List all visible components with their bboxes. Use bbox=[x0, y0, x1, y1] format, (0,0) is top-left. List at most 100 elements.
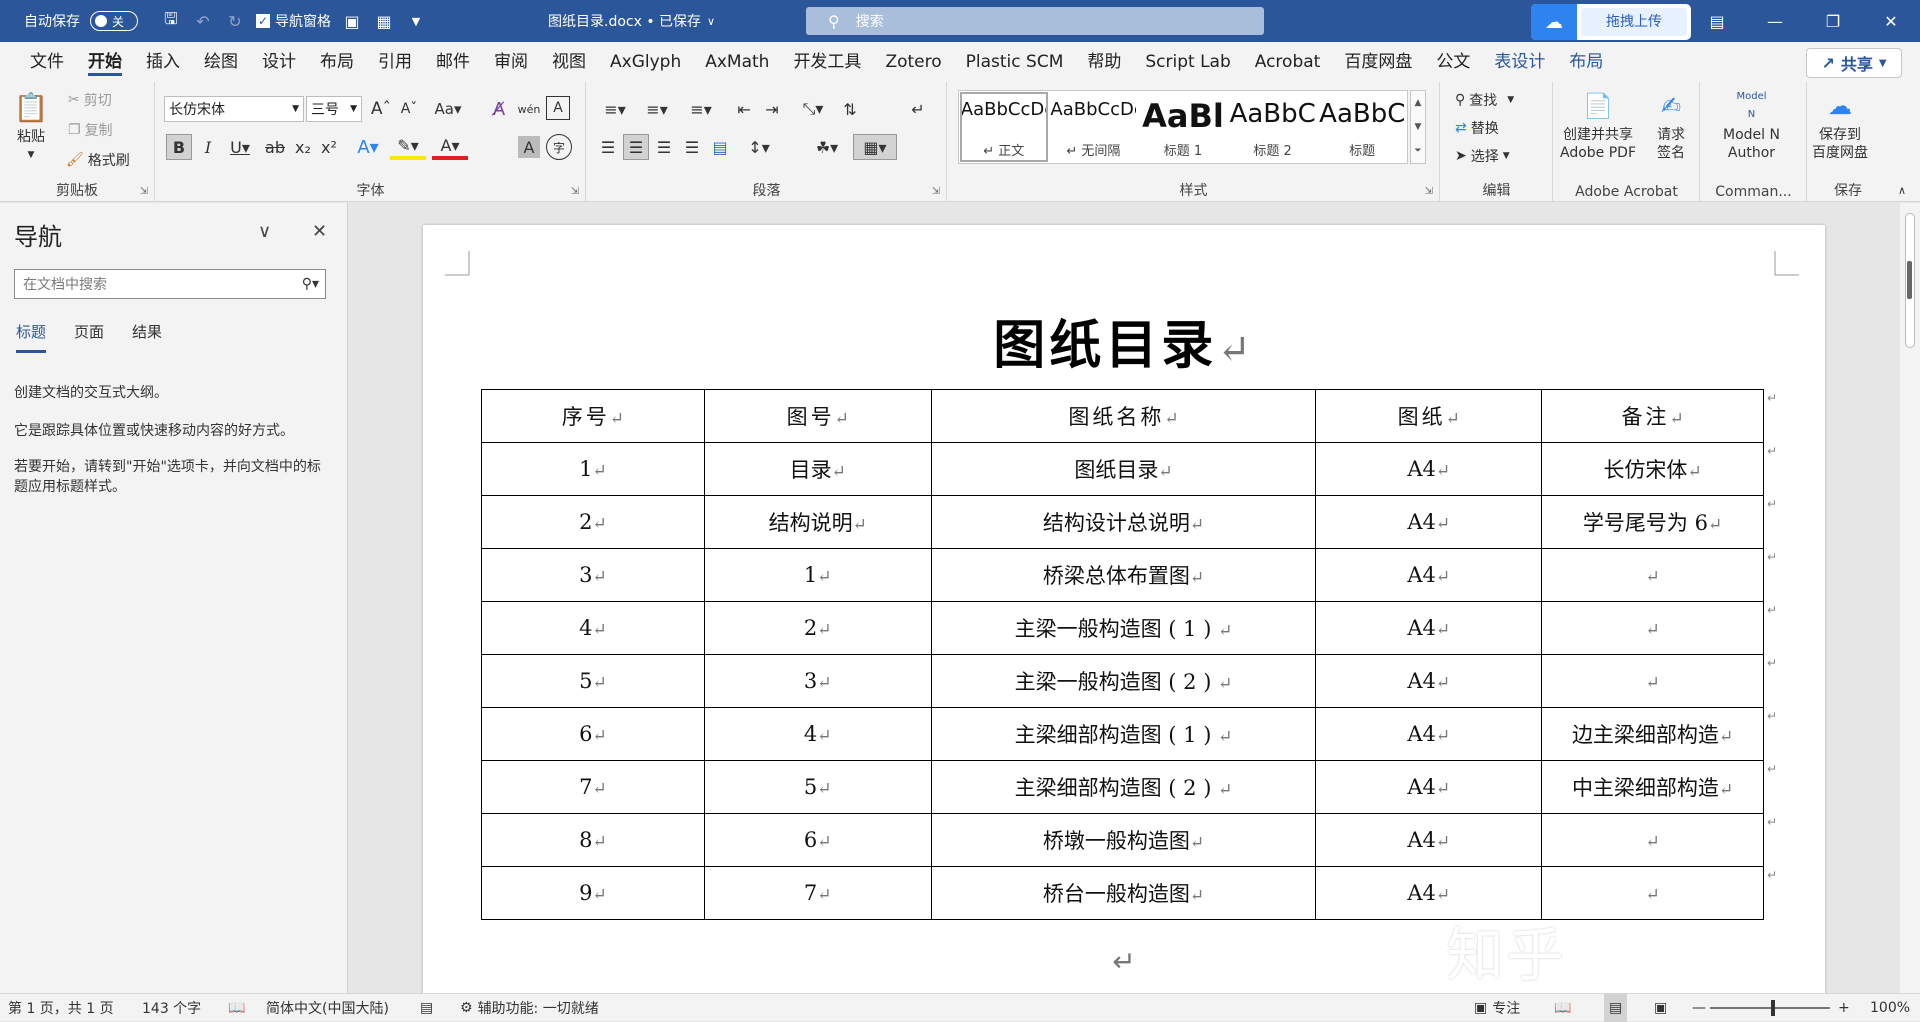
style-gallery-scroll[interactable]: ▲ ▼ ⏷ bbox=[1410, 90, 1426, 164]
table-cell[interactable]: 学号尾号为 6↵ bbox=[1541, 495, 1764, 549]
table-cell[interactable]: A4↵ bbox=[1315, 548, 1543, 602]
borders-icon[interactable]: ▦▾ bbox=[853, 134, 897, 160]
table-cell[interactable]: 主梁一般构造图 ( 1 ) ↵ bbox=[930, 601, 1317, 655]
table-cell[interactable]: 桥梁总体布置图↵ bbox=[930, 548, 1317, 602]
change-case-icon[interactable]: Aa ▾ bbox=[428, 96, 468, 122]
table-cell[interactable]: 7↵ bbox=[703, 866, 932, 920]
table-cell[interactable]: 5↵ bbox=[481, 654, 705, 708]
save-to-baidu-button[interactable]: ☁ 保存到 百度网盘 bbox=[1812, 88, 1868, 162]
request-signature-button[interactable]: ✍ 请求 签名 bbox=[1654, 88, 1688, 162]
multilevel-list-icon[interactable]: ≡▾ bbox=[681, 96, 721, 122]
show-marks-icon[interactable]: ↵ bbox=[905, 96, 931, 122]
proofing-icon[interactable]: 📖 bbox=[228, 994, 245, 1022]
table-cell[interactable]: 长仿宋体↵ bbox=[1541, 442, 1764, 496]
customize-toolbar-icon[interactable]: ▼ bbox=[405, 10, 427, 32]
replace-button[interactable]: ⇄ 替换 bbox=[1455, 118, 1499, 138]
style-heading-1[interactable]: AaBl 标题 1 bbox=[1138, 91, 1228, 163]
tab-view[interactable]: 视图 bbox=[540, 42, 598, 82]
chinese-layout-icon[interactable]: ⤡▾ bbox=[793, 96, 833, 122]
table-header-cell[interactable]: 备注↵ bbox=[1541, 389, 1764, 443]
tab-developer[interactable]: 开发工具 bbox=[781, 42, 873, 82]
table-cell[interactable]: 图纸目录↵ bbox=[930, 442, 1317, 496]
tab-official-doc[interactable]: 公文 bbox=[1424, 42, 1482, 82]
align-right-icon[interactable]: ☰ bbox=[651, 134, 677, 160]
subscript-icon[interactable]: x₂ bbox=[290, 134, 316, 160]
line-spacing-icon[interactable]: ↕▾ bbox=[739, 134, 779, 160]
screen-icon[interactable]: ▣ bbox=[341, 10, 363, 32]
read-mode-icon[interactable]: 📖 bbox=[1554, 994, 1571, 1022]
paste-button[interactable]: 📋 粘贴 ▼ bbox=[14, 90, 49, 164]
table-cell[interactable]: 主梁一般构造图 ( 2 ) ↵ bbox=[930, 654, 1317, 708]
table-cell[interactable]: ↵ bbox=[1541, 813, 1764, 867]
char-shading-icon[interactable]: A bbox=[518, 136, 540, 158]
document-title[interactable]: 图纸目录.docx • 已保存 ∨ bbox=[548, 0, 715, 42]
style-no-spacing[interactable]: AaBbCcDc ↵ 无间隔 bbox=[1049, 91, 1139, 163]
word-count[interactable]: 143 个字 bbox=[142, 994, 201, 1022]
align-center-icon[interactable]: ☰ bbox=[623, 134, 649, 160]
highlight-icon[interactable]: ✎▾ bbox=[390, 134, 426, 160]
table-cell[interactable]: ↵ bbox=[1541, 548, 1764, 602]
print-layout-icon[interactable]: ▤ bbox=[1604, 994, 1628, 1022]
nav-tab-results[interactable]: 结果 bbox=[132, 321, 162, 353]
font-name-dropdown[interactable]: 长仿宋体 ▼ bbox=[164, 96, 304, 122]
clear-formatting-icon[interactable]: A̸ bbox=[486, 96, 512, 122]
chevron-up-icon[interactable]: ▲ bbox=[1415, 98, 1422, 108]
decrease-indent-icon[interactable]: ⇤ bbox=[731, 96, 757, 122]
table-cell[interactable]: 结构说明↵ bbox=[703, 495, 932, 549]
tab-home[interactable]: 开始 bbox=[76, 42, 134, 82]
tab-help[interactable]: 帮助 bbox=[1075, 42, 1133, 82]
tab-insert[interactable]: 插入 bbox=[134, 42, 192, 82]
table-cell[interactable]: 6↵ bbox=[703, 813, 932, 867]
vertical-scrollbar[interactable] bbox=[1900, 203, 1920, 993]
redo-icon[interactable]: ↻ bbox=[224, 10, 246, 32]
justify-icon[interactable]: ☰ bbox=[679, 134, 705, 160]
table-cell[interactable]: 桥墩一般构造图↵ bbox=[930, 813, 1317, 867]
nav-tab-headings[interactable]: 标题 bbox=[16, 321, 47, 353]
ribbon-display-icon[interactable]: ▤ bbox=[1688, 0, 1746, 42]
chevron-down-icon[interactable]: ∨ bbox=[258, 221, 271, 242]
numbering-icon[interactable]: ≡▾ bbox=[637, 96, 677, 122]
font-color-icon[interactable]: A▾ bbox=[432, 134, 468, 160]
table-cell[interactable]: 8↵ bbox=[481, 813, 705, 867]
table-cell[interactable]: A4↵ bbox=[1315, 495, 1543, 549]
table-cell[interactable]: A4↵ bbox=[1315, 813, 1543, 867]
phonetic-guide-icon[interactable]: wén bbox=[516, 96, 542, 122]
create-share-pdf-button[interactable]: 📄 创建并共享 Adobe PDF bbox=[1560, 88, 1636, 162]
tab-script-lab[interactable]: Script Lab bbox=[1133, 42, 1242, 82]
increase-indent-icon[interactable]: ⇥ bbox=[759, 96, 785, 122]
page-count[interactable]: 第 1 页，共 1 页 bbox=[8, 994, 114, 1022]
focus-mode-button[interactable]: ▣ 专注 bbox=[1474, 994, 1520, 1022]
accessibility-status[interactable]: ⚙ 辅助功能: 一切就绪 bbox=[460, 994, 599, 1022]
table-cell[interactable]: 主梁细部构造图 ( 1 ) ↵ bbox=[930, 707, 1317, 761]
shrink-font-icon[interactable]: Aˇ bbox=[396, 96, 422, 122]
nav-search-input[interactable]: 在文档中搜索 ⚲▾ bbox=[14, 269, 326, 299]
cut-button[interactable]: ✂ 剪切 bbox=[68, 90, 112, 110]
find-button[interactable]: ⚲ 查找 ▼ bbox=[1455, 90, 1514, 110]
expand-gallery-icon[interactable]: ⏷ bbox=[1414, 146, 1421, 156]
table-cell[interactable]: 边主梁细部构造↵ bbox=[1541, 707, 1764, 761]
zoom-in-icon[interactable]: + bbox=[1838, 994, 1850, 1022]
search-box[interactable]: ⚲ 搜索 bbox=[806, 7, 1264, 35]
table-cell[interactable]: 3↵ bbox=[703, 654, 932, 708]
table-cell[interactable]: 9↵ bbox=[481, 866, 705, 920]
format-painter-button[interactable]: 🖌 格式刷 bbox=[66, 150, 130, 170]
italic-icon[interactable]: I bbox=[196, 134, 220, 160]
table-cell[interactable]: 1↵ bbox=[481, 442, 705, 496]
table-cell[interactable]: ↵ bbox=[1541, 601, 1764, 655]
dialog-launcher-icon[interactable]: ⇲ bbox=[1425, 186, 1433, 197]
tab-table-design[interactable]: 表设计 bbox=[1482, 42, 1557, 82]
table-cell[interactable]: 3↵ bbox=[481, 548, 705, 602]
table-cell[interactable]: 目录↵ bbox=[703, 442, 932, 496]
tab-review[interactable]: 审阅 bbox=[482, 42, 540, 82]
table-cell[interactable]: A4↵ bbox=[1315, 601, 1543, 655]
table-cell[interactable]: 结构设计总说明↵ bbox=[930, 495, 1317, 549]
search-icon[interactable]: ⚲▾ bbox=[302, 276, 319, 292]
document-page[interactable]: 图纸目录↵ 序号↵ 图号↵ 图纸名称↵ 图纸↵ 备注↵ 1↵ 目录↵ 图纸目录↵ A4↵ 长仿宋体… bbox=[423, 225, 1825, 993]
tab-zotero[interactable]: Zotero bbox=[873, 42, 953, 82]
table-header-cell[interactable]: 图纸↵ bbox=[1315, 389, 1543, 443]
distributed-icon[interactable]: ▤ bbox=[707, 134, 733, 160]
table-cell[interactable]: 7↵ bbox=[481, 760, 705, 814]
sort-icon[interactable]: ⇅ bbox=[837, 96, 863, 122]
restore-icon[interactable]: ❐ bbox=[1804, 0, 1862, 42]
copy-button[interactable]: ❐ 复制 bbox=[68, 120, 113, 140]
